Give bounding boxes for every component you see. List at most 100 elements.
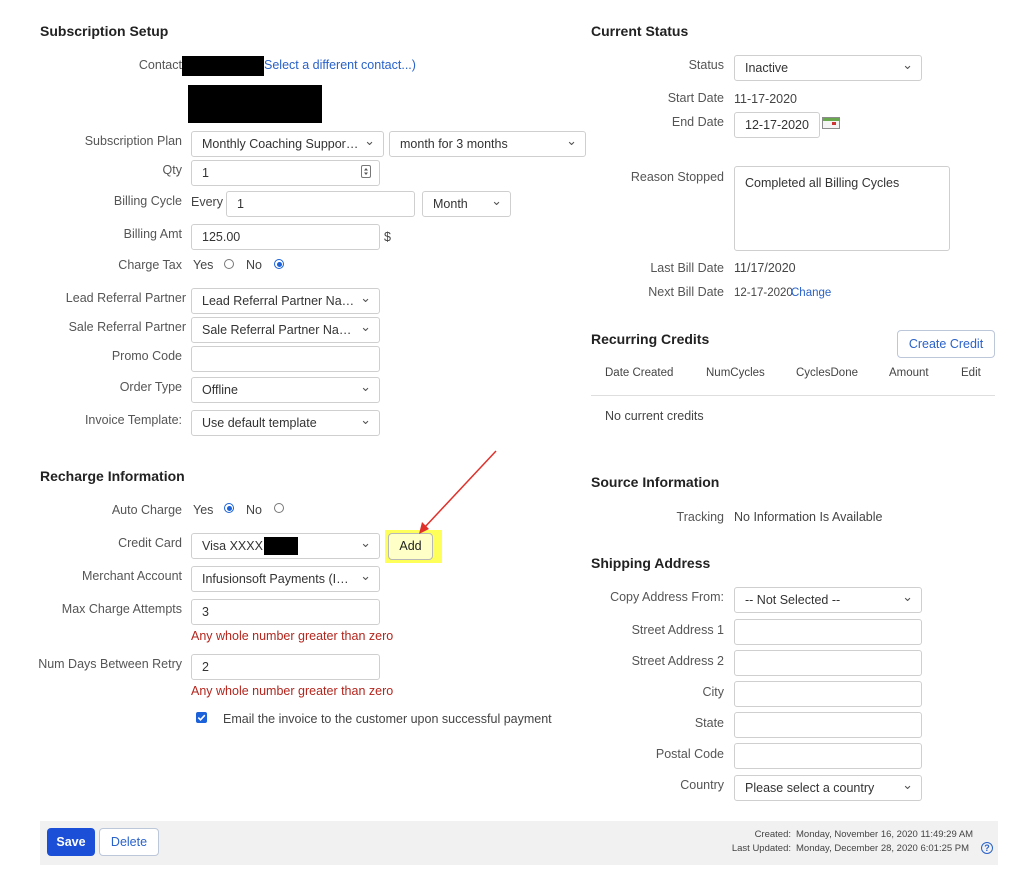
lead-partner-label: Lead Referral Partner: [65, 291, 186, 305]
email-invoice-label: Email the invoice to the customer upon s…: [223, 712, 552, 726]
merchant-account-label: Merchant Account: [81, 569, 182, 583]
billing-amt-input[interactable]: 125.00: [191, 224, 380, 250]
updated-value: Monday, December 28, 2020 6:01:25 PM: [796, 843, 970, 854]
every-label: Every: [191, 195, 223, 209]
auto-charge-no-radio[interactable]: [274, 503, 284, 513]
status-label: Status: [688, 58, 724, 72]
invoice-template-select[interactable]: Use default template: [191, 410, 380, 436]
redacted-contact-details: [188, 85, 322, 123]
plan-period-select[interactable]: month for 3 months: [389, 131, 586, 157]
created-label: Created:: [754, 829, 791, 840]
subscription-plan-select[interactable]: Monthly Coaching Support F...: [191, 131, 384, 157]
copy-address-select[interactable]: -- Not Selected --: [734, 587, 922, 613]
num-days-input[interactable]: 2: [191, 654, 380, 680]
street2-input[interactable]: [734, 650, 922, 676]
col-num-cycles: NumCycles: [706, 367, 765, 379]
country-select[interactable]: Please select a country: [734, 775, 922, 801]
billing-cycle-unit-select[interactable]: Month: [422, 191, 511, 217]
reason-stopped-textarea[interactable]: Completed all Billing Cycles: [734, 166, 950, 251]
delete-button[interactable]: Delete: [99, 828, 159, 856]
order-type-select[interactable]: Offline: [191, 377, 380, 403]
status-select[interactable]: Inactive: [734, 55, 922, 81]
postal-code-input[interactable]: [734, 743, 922, 769]
copy-address-label: Copy Address From:: [610, 590, 724, 604]
street1-label: Street Address 1: [631, 623, 724, 637]
col-cycles-done: CyclesDone: [796, 367, 858, 379]
qty-input[interactable]: 1: [191, 160, 380, 186]
created-value: Monday, November 16, 2020 11:49:29 AM: [796, 829, 974, 840]
country-label: Country: [680, 778, 724, 792]
reason-stopped-label: Reason Stopped: [630, 170, 724, 184]
charge-tax-no-label: No: [246, 258, 262, 272]
help-icon[interactable]: ?: [981, 842, 993, 854]
stepper-icon[interactable]: [361, 165, 371, 178]
last-bill-value: 11/17/2020: [734, 261, 796, 275]
city-label: City: [702, 685, 724, 699]
col-edit: Edit: [961, 367, 981, 379]
col-amount: Amount: [889, 367, 929, 379]
next-bill-label: Next Bill Date: [648, 285, 724, 299]
select-different-contact-link[interactable]: Select a different contact...): [264, 58, 416, 72]
charge-tax-yes-radio[interactable]: [224, 259, 234, 269]
billing-amt-label: Billing Amt: [123, 227, 182, 241]
qty-label: Qty: [162, 163, 182, 177]
max-attempts-hint: Any whole number greater than zero: [191, 629, 394, 643]
lead-partner-select[interactable]: Lead Referral Partner Name: [191, 288, 380, 314]
redacted-card-number: [264, 537, 298, 555]
sale-partner-select[interactable]: Sale Referral Partner Name: [191, 317, 380, 343]
charge-tax-yes-label: Yes: [193, 258, 214, 272]
end-date-input[interactable]: 12-17-2020: [734, 112, 820, 138]
street2-label: Street Address 2: [631, 654, 724, 668]
no-credits-text: No current credits: [605, 409, 704, 423]
state-input[interactable]: [734, 712, 922, 738]
next-bill-value: 12-17-2020: [734, 287, 793, 299]
invoice-template-label: Invoice Template:: [84, 413, 182, 427]
auto-charge-yes-radio[interactable]: [224, 503, 234, 513]
subscription-setup-heading: Subscription Setup: [40, 23, 169, 39]
num-days-label: Num Days Between Retry: [38, 657, 182, 671]
merchant-account-select[interactable]: Infusionsoft Payments (Id: 3): [191, 566, 380, 592]
tracking-value: No Information Is Available: [734, 510, 883, 524]
currency-symbol: $: [384, 230, 391, 244]
source-info-heading: Source Information: [591, 474, 720, 490]
auto-charge-label: Auto Charge: [111, 503, 182, 517]
annotation-arrow-icon: [419, 450, 497, 534]
create-credit-button[interactable]: Create Credit: [897, 330, 995, 358]
num-days-hint: Any whole number greater than zero: [191, 684, 394, 698]
subscription-plan-label: Subscription Plan: [84, 134, 182, 148]
charge-tax-no-radio[interactable]: [274, 259, 284, 269]
start-date-value: 11-17-2020: [734, 92, 798, 106]
state-label: State: [694, 716, 724, 730]
city-input[interactable]: [734, 681, 922, 707]
postal-code-label: Postal Code: [655, 747, 724, 761]
email-invoice-checkbox[interactable]: [196, 712, 207, 723]
max-attempts-label: Max Charge Attempts: [61, 602, 182, 616]
billing-cycle-label: Billing Cycle: [113, 194, 182, 208]
promo-code-input[interactable]: [191, 346, 380, 372]
redacted-contact-name: [182, 56, 264, 76]
table-divider: [591, 395, 995, 396]
order-type-label: Order Type: [119, 380, 182, 394]
change-next-bill-link[interactable]: Change: [791, 287, 831, 299]
credit-card-label: Credit Card: [118, 536, 182, 550]
street1-input[interactable]: [734, 619, 922, 645]
calendar-icon[interactable]: [822, 117, 840, 129]
max-attempts-input[interactable]: 3: [191, 599, 380, 625]
current-status-heading: Current Status: [591, 23, 689, 39]
recharge-heading: Recharge Information: [40, 468, 185, 484]
auto-charge-yes-label: Yes: [193, 503, 214, 517]
billing-cycle-input[interactable]: 1: [226, 191, 415, 217]
recurring-credits-heading: Recurring Credits: [591, 331, 710, 347]
last-bill-label: Last Bill Date: [650, 261, 724, 275]
end-date-label: End Date: [671, 115, 724, 129]
sale-partner-label: Sale Referral Partner: [68, 320, 186, 334]
charge-tax-label: Charge Tax: [118, 258, 182, 272]
start-date-label: Start Date: [667, 91, 724, 105]
promo-code-label: Promo Code: [111, 349, 182, 363]
contact-label: Contact: [138, 58, 182, 72]
tracking-label: Tracking: [676, 510, 724, 524]
shipping-address-heading: Shipping Address: [591, 555, 711, 571]
updated-label: Last Updated:: [731, 843, 791, 854]
col-date-created: Date Created: [605, 367, 674, 379]
save-button[interactable]: Save: [47, 828, 95, 856]
